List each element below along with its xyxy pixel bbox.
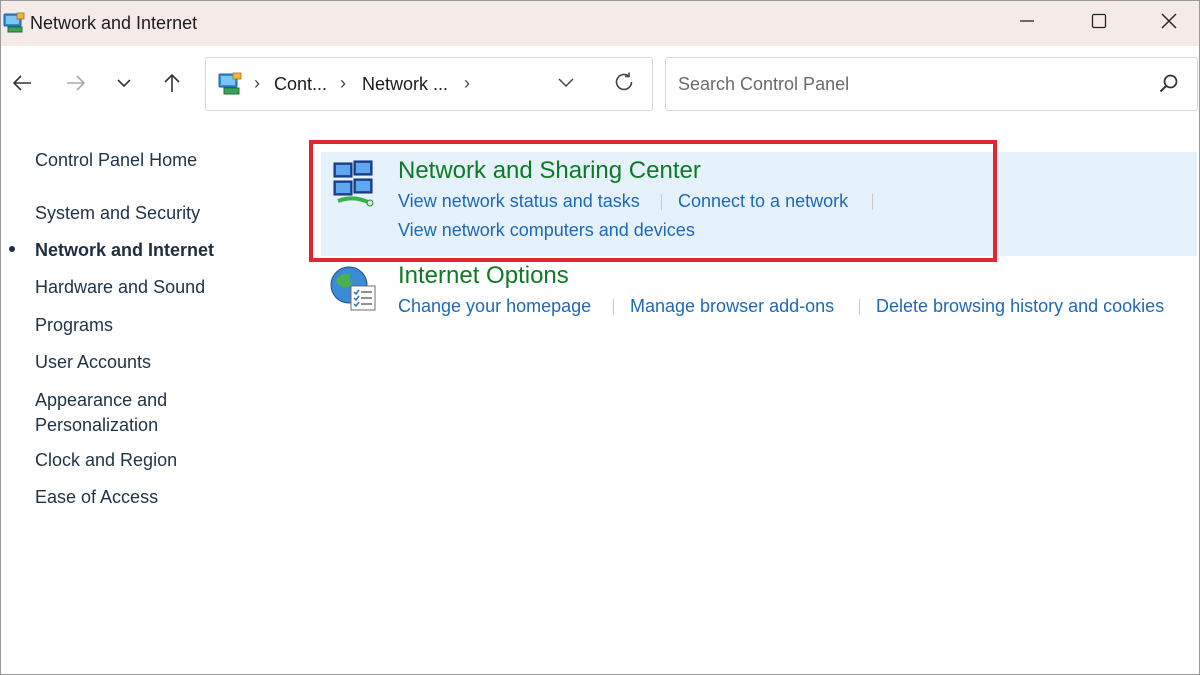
address-dropdown-button[interactable] (554, 72, 578, 96)
title-bar[interactable]: Network and Internet (1, 1, 1199, 46)
task-delete-browsing-history[interactable]: Delete browsing history and cookies (876, 296, 1164, 317)
arrow-right-icon (65, 72, 87, 99)
search-icon[interactable] (1157, 72, 1181, 96)
arrow-left-icon (11, 72, 33, 99)
active-indicator (9, 246, 15, 252)
chevron-right-icon: › (254, 73, 260, 93)
close-button[interactable] (1133, 1, 1199, 46)
sidebar-item-network-internet[interactable]: Network and Internet (35, 237, 214, 263)
navigation-bar: › Cont... › Network ... › (1, 46, 1199, 126)
sidebar-item-user-accounts[interactable]: User Accounts (35, 349, 151, 375)
search-box[interactable] (665, 57, 1198, 111)
chevron-down-icon (556, 72, 576, 97)
refresh-icon (612, 70, 636, 99)
task-separator (613, 299, 614, 315)
internet-options-globe-icon[interactable] (329, 264, 377, 312)
control-panel-icon (218, 72, 242, 96)
task-separator (859, 299, 860, 315)
chevron-right-icon[interactable]: › (464, 73, 470, 94)
close-icon (1160, 12, 1178, 35)
sidebar-item-appearance-line2[interactable]: Personalization (35, 412, 158, 438)
recent-locations-button[interactable] (109, 70, 139, 100)
control-panel-icon (3, 12, 25, 34)
sidebar-item-ease-of-access[interactable]: Ease of Access (35, 484, 158, 510)
up-button[interactable] (157, 70, 187, 100)
refresh-button[interactable] (610, 70, 638, 98)
chevron-right-icon[interactable]: › (340, 73, 346, 94)
sidebar-item-clock-region[interactable]: Clock and Region (35, 447, 177, 473)
sidebar-item-programs[interactable]: Programs (35, 312, 113, 338)
address-bar[interactable]: › Cont... › Network ... › (205, 57, 653, 111)
category-internet-options[interactable]: Internet Options (398, 262, 569, 290)
breadcrumb-network-internet[interactable]: Network ... (362, 74, 448, 95)
task-manage-add-ons[interactable]: Manage browser add-ons (630, 296, 834, 317)
minimize-button[interactable] (991, 1, 1063, 46)
annotation-highlight-box (309, 140, 997, 262)
maximize-icon (1091, 13, 1107, 34)
minimize-icon (1019, 13, 1035, 34)
sidebar-item-control-panel-home[interactable]: Control Panel Home (35, 147, 197, 173)
maximize-button[interactable] (1063, 1, 1135, 46)
breadcrumb-control-panel[interactable]: Cont... (274, 74, 327, 95)
arrow-up-icon (161, 72, 183, 99)
sidebar-item-hardware-sound[interactable]: Hardware and Sound (35, 274, 205, 300)
window-title: Network and Internet (30, 13, 198, 33)
sidebar-item-system-security[interactable]: System and Security (35, 200, 200, 226)
back-button[interactable] (7, 70, 37, 100)
chevron-down-icon (115, 74, 133, 97)
forward-button[interactable] (61, 70, 91, 100)
sidebar-item-appearance[interactable]: Appearance and (35, 387, 167, 413)
search-input[interactable] (676, 70, 1150, 98)
control-panel-window: Network and Internet › Cont... › Network… (0, 0, 1200, 675)
task-change-homepage[interactable]: Change your homepage (398, 296, 591, 317)
